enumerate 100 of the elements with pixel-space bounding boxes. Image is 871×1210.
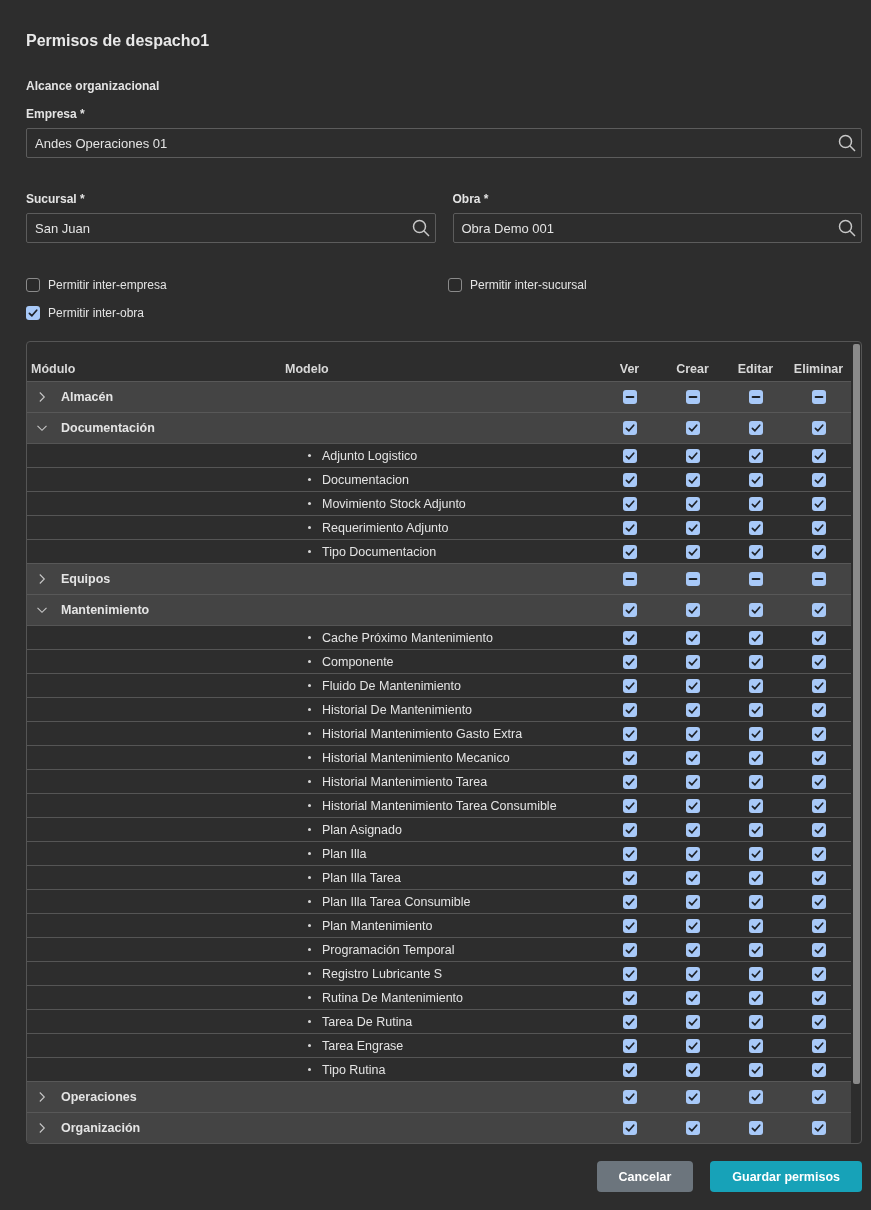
- checkbox[interactable]: [811, 1014, 826, 1029]
- checkbox[interactable]: [811, 390, 826, 404]
- checkbox[interactable]: [748, 1062, 763, 1077]
- search-icon[interactable]: [838, 134, 856, 152]
- checkbox[interactable]: [748, 918, 763, 933]
- checkbox[interactable]: [811, 544, 826, 559]
- checkbox[interactable]: [622, 894, 637, 909]
- checkbox[interactable]: [748, 1014, 763, 1029]
- checkbox[interactable]: [622, 990, 637, 1005]
- checkbox[interactable]: [748, 822, 763, 837]
- checkbox[interactable]: [685, 421, 700, 435]
- search-icon[interactable]: [838, 219, 856, 237]
- checkbox[interactable]: [685, 390, 700, 404]
- checkbox[interactable]: [685, 966, 700, 981]
- checkbox[interactable]: [811, 421, 826, 435]
- checkbox[interactable]: [622, 798, 637, 813]
- checkbox[interactable]: [748, 1090, 763, 1104]
- checkbox[interactable]: [811, 1121, 826, 1135]
- chevron-right-icon[interactable]: [37, 574, 47, 584]
- checkbox[interactable]: [748, 1121, 763, 1135]
- checkbox[interactable]: [26, 278, 40, 292]
- checkbox[interactable]: [748, 990, 763, 1005]
- checkbox[interactable]: [811, 1038, 826, 1053]
- checkbox[interactable]: [622, 472, 637, 487]
- checkbox[interactable]: [685, 846, 700, 861]
- checkbox[interactable]: [622, 678, 637, 693]
- checkbox-label[interactable]: Permitir inter-obra: [48, 305, 145, 321]
- checkbox[interactable]: [811, 702, 826, 717]
- checkbox[interactable]: [622, 544, 637, 559]
- checkbox[interactable]: [811, 894, 826, 909]
- module-row[interactable]: Mantenimiento: [27, 594, 851, 625]
- checkbox[interactable]: [748, 702, 763, 717]
- checkbox[interactable]: [622, 774, 637, 789]
- checkbox[interactable]: [811, 472, 826, 487]
- checkbox[interactable]: [622, 630, 637, 645]
- checkbox[interactable]: [622, 726, 637, 741]
- checkbox[interactable]: [622, 1062, 637, 1077]
- checkbox[interactable]: [748, 472, 763, 487]
- scrollbar-thumb[interactable]: [853, 344, 860, 1084]
- checkbox[interactable]: [748, 678, 763, 693]
- checkbox[interactable]: [685, 918, 700, 933]
- checkbox[interactable]: [622, 603, 637, 617]
- checkbox[interactable]: [685, 942, 700, 957]
- checkbox[interactable]: [748, 654, 763, 669]
- checkbox[interactable]: [748, 966, 763, 981]
- checkbox[interactable]: [811, 750, 826, 765]
- checkbox[interactable]: [811, 942, 826, 957]
- checkbox[interactable]: [685, 678, 700, 693]
- checkbox[interactable]: [685, 1038, 700, 1053]
- checkbox[interactable]: [685, 774, 700, 789]
- checkbox[interactable]: [622, 421, 637, 435]
- chevron-down-icon[interactable]: [37, 423, 47, 433]
- checkbox[interactable]: [622, 918, 637, 933]
- search-field[interactable]: Andes Operaciones 01: [26, 128, 862, 158]
- module-row[interactable]: Almacén: [27, 381, 851, 412]
- cancel-button[interactable]: Cancelar: [596, 1161, 694, 1192]
- checkbox[interactable]: [748, 520, 763, 535]
- checkbox[interactable]: [685, 894, 700, 909]
- checkbox[interactable]: [685, 496, 700, 511]
- checkbox[interactable]: [685, 472, 700, 487]
- checkbox-label[interactable]: Permitir inter-empresa: [48, 277, 167, 293]
- checkbox[interactable]: [685, 448, 700, 463]
- checkbox[interactable]: [748, 726, 763, 741]
- module-row[interactable]: Documentación: [27, 412, 851, 443]
- checkbox[interactable]: [811, 630, 826, 645]
- checkbox[interactable]: [811, 990, 826, 1005]
- checkbox[interactable]: [622, 822, 637, 837]
- checkbox[interactable]: [748, 630, 763, 645]
- checkbox[interactable]: [622, 1090, 637, 1104]
- module-row[interactable]: Equipos: [27, 563, 851, 594]
- checkbox[interactable]: [685, 990, 700, 1005]
- chevron-right-icon[interactable]: [37, 1123, 47, 1133]
- checkbox[interactable]: [622, 846, 637, 861]
- checkbox[interactable]: [26, 306, 40, 320]
- checkbox[interactable]: [685, 798, 700, 813]
- checkbox[interactable]: [811, 1090, 826, 1104]
- checkbox[interactable]: [622, 1121, 637, 1135]
- checkbox[interactable]: [685, 870, 700, 885]
- checkbox[interactable]: [622, 1014, 637, 1029]
- checkbox[interactable]: [811, 678, 826, 693]
- checkbox[interactable]: [748, 870, 763, 885]
- checkbox[interactable]: [685, 654, 700, 669]
- checkbox[interactable]: [748, 798, 763, 813]
- checkbox[interactable]: [685, 1062, 700, 1077]
- checkbox[interactable]: [811, 726, 826, 741]
- checkbox[interactable]: [811, 798, 826, 813]
- checkbox[interactable]: [622, 942, 637, 957]
- checkbox[interactable]: [622, 496, 637, 511]
- module-row[interactable]: Operaciones: [27, 1081, 851, 1112]
- checkbox[interactable]: [685, 1090, 700, 1104]
- checkbox[interactable]: [622, 1038, 637, 1053]
- checkbox[interactable]: [811, 1062, 826, 1077]
- checkbox[interactable]: [748, 496, 763, 511]
- checkbox[interactable]: [748, 942, 763, 957]
- checkbox[interactable]: [622, 966, 637, 981]
- checkbox[interactable]: [748, 421, 763, 435]
- checkbox[interactable]: [811, 870, 826, 885]
- checkbox[interactable]: [811, 846, 826, 861]
- checkbox[interactable]: [748, 448, 763, 463]
- checkbox[interactable]: [811, 520, 826, 535]
